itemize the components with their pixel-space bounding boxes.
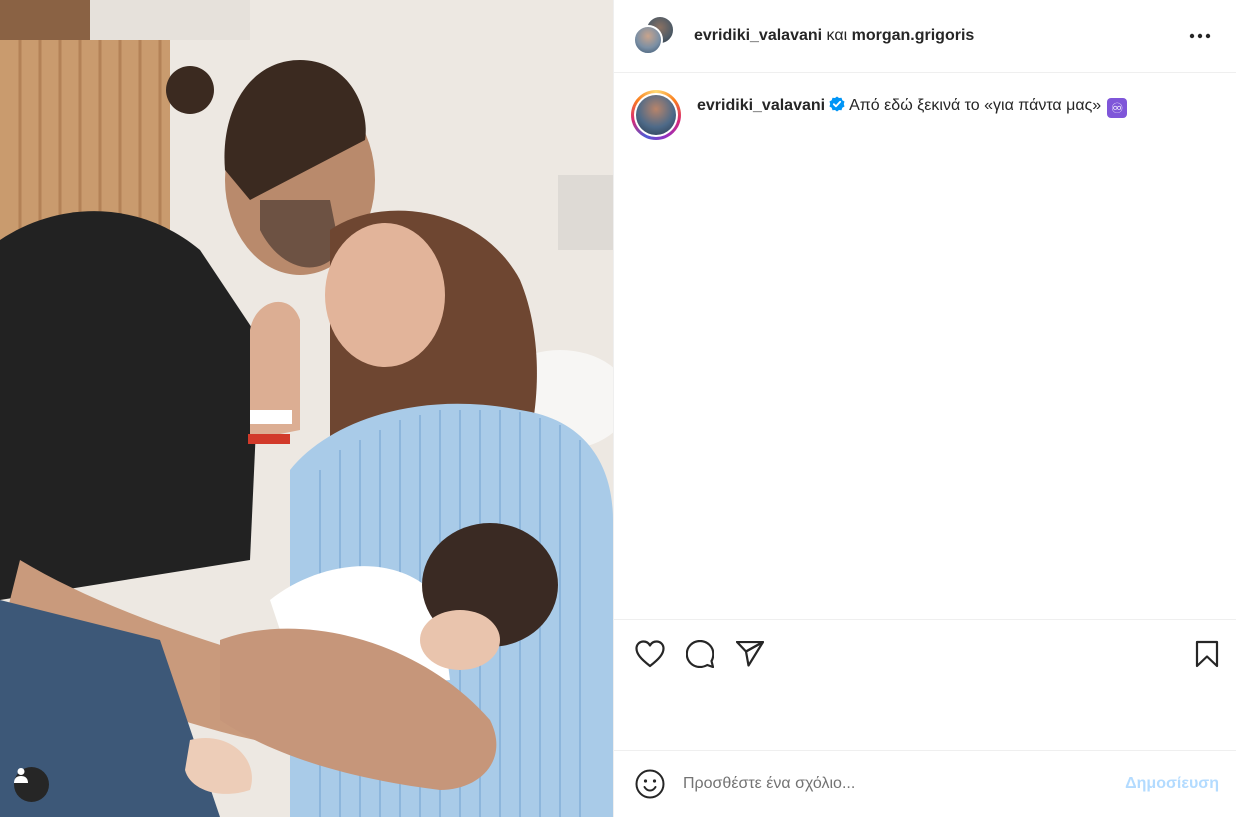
header-conjunction: και: [826, 27, 848, 44]
collab-usernames: evridiki_valavani και morgan.grigoris: [694, 27, 974, 45]
collab-avatars[interactable]: [633, 15, 675, 57]
user-tag-icon: [14, 768, 28, 783]
share-icon: [736, 641, 764, 667]
comment-input[interactable]: [683, 775, 1083, 793]
heart-icon: [635, 640, 665, 668]
post-caption: evridiki_valavani Από εδώ ξεκινά το «για…: [631, 90, 1216, 140]
emoji-picker-button[interactable]: [634, 768, 666, 800]
comment-button[interactable]: [684, 638, 716, 670]
caption-text-block: evridiki_valavani Από εδώ ξεκινά το «για…: [697, 96, 1128, 118]
avatar-evridiki[interactable]: [633, 25, 663, 55]
post-details-panel: evridiki_valavani και morgan.grigoris ev…: [613, 0, 1236, 817]
header-username-1[interactable]: evridiki_valavani: [694, 27, 822, 44]
comment-icon: [686, 640, 714, 668]
bookmark-icon: [1195, 640, 1219, 668]
photo-illustration: [0, 0, 613, 817]
caption-text: Από εδώ ξεκινά το «για πάντα μας»: [849, 97, 1102, 114]
share-button[interactable]: [734, 638, 766, 670]
like-button[interactable]: [634, 638, 666, 670]
user-tag-button[interactable]: [14, 767, 49, 802]
save-button[interactable]: [1191, 638, 1223, 670]
post-comment-button[interactable]: Δημοσίευση: [1125, 775, 1219, 793]
avatar-image: [636, 95, 676, 135]
verified-badge-icon: [829, 96, 845, 112]
header-username-2[interactable]: morgan.grigoris: [852, 27, 975, 44]
more-options-button[interactable]: [1188, 24, 1212, 48]
caption-username[interactable]: evridiki_valavani: [697, 97, 825, 114]
post-actions-bar: [614, 619, 1236, 683]
caption-avatar[interactable]: [631, 90, 681, 140]
more-horizontal-icon: [1189, 33, 1211, 39]
comment-bar: Δημοσίευση: [614, 750, 1236, 817]
smiley-icon: [635, 769, 665, 799]
infinity-emoji: ♾: [1107, 98, 1128, 118]
post-photo[interactable]: [0, 0, 613, 817]
post-header: evridiki_valavani και morgan.grigoris: [614, 0, 1236, 73]
